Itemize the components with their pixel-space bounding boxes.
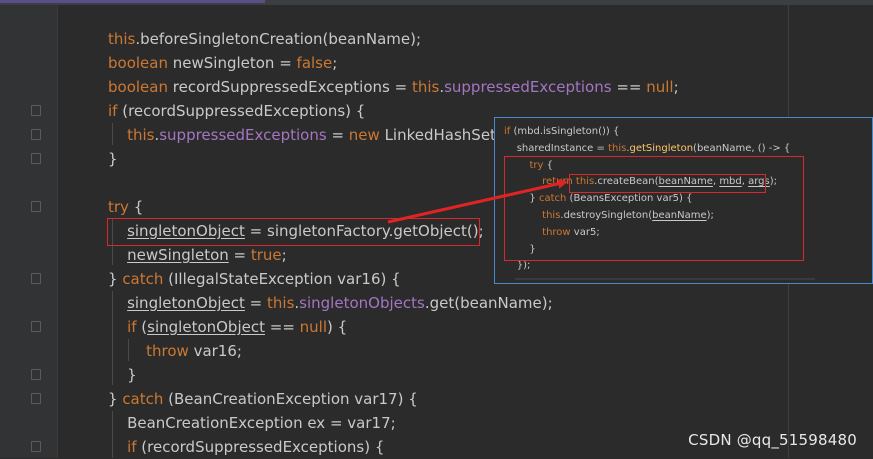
code-token: if: [108, 102, 123, 120]
fold-marker-icon[interactable]: [31, 105, 41, 116]
code-token: catch: [122, 390, 169, 408]
code-token: ==: [264, 318, 300, 336]
code-token: boolean: [108, 54, 173, 72]
fold-marker-icon[interactable]: [31, 153, 41, 164]
code-token: =: [228, 246, 251, 264]
watermark: CSDN @qq_51598480: [688, 431, 857, 449]
code-token: ) {: [327, 318, 348, 336]
code-token: });: [504, 260, 531, 272]
code-token: suppressedExceptions: [444, 78, 612, 96]
code-token: catch: [122, 270, 169, 288]
highlight-box-getobject: [107, 218, 480, 246]
code-token: null: [299, 318, 328, 336]
code-line: BeanCreationException ex = var17;: [108, 411, 679, 435]
code-token: if: [127, 318, 142, 336]
code-token: {: [133, 198, 144, 216]
fold-marker-icon[interactable]: [31, 201, 41, 212]
fold-marker-icon[interactable]: [31, 393, 41, 404]
code-token: this: [608, 142, 627, 154]
code-token: }: [108, 150, 118, 168]
code-token: null: [646, 78, 674, 96]
line-gutter: [0, 5, 58, 458]
code-line: throw var16;: [108, 339, 679, 363]
code-token: }: [108, 366, 137, 384]
code-token: =: [244, 294, 268, 312]
code-token: ==: [611, 78, 647, 96]
code-token: }: [108, 390, 123, 408]
code-token: this: [411, 78, 440, 96]
code-token: getSingleton: [629, 142, 694, 154]
code-token: try: [108, 198, 134, 216]
code-line: boolean recordSuppressedExceptions = thi…: [108, 75, 679, 99]
editor-top-bar: [0, 0, 873, 5]
code-token: this: [267, 294, 295, 312]
code-token: suppressedExceptions: [159, 126, 327, 144]
code-token: throw: [146, 342, 194, 360]
code-line: } catch (BeanCreationException var17) {: [108, 387, 679, 411]
code-token: (beanName, () -> {: [693, 142, 791, 154]
code-token: ;: [673, 78, 679, 96]
code-token: singletonObject: [147, 318, 265, 336]
code-token: (mbd.isSingleton()) {: [513, 126, 620, 137]
highlight-box-createbean: [569, 174, 766, 193]
code-token: ;: [281, 246, 287, 264]
code-token: =: [326, 126, 349, 144]
code-line: if (singletonObject == null) {: [108, 315, 679, 339]
code-line: }: [108, 363, 679, 387]
code-token: boolean: [108, 78, 173, 96]
code-token: if: [127, 438, 142, 456]
code-token: false: [296, 54, 333, 72]
fold-marker-icon[interactable]: [31, 273, 41, 284]
code-token: var16;: [193, 342, 242, 360]
code-line: if (recordSuppressedExceptions) {: [108, 435, 679, 459]
code-token: new: [348, 126, 385, 144]
code-token: singletonObject: [127, 294, 245, 312]
code-token: (recordSuppressedExceptions) {: [141, 438, 385, 456]
code-token: .get(beanName);: [424, 294, 553, 312]
code-token: }: [108, 270, 123, 288]
code-line: this.beforeSingletonCreation(beanName);: [108, 27, 679, 51]
code-token: sharedInstance =: [504, 142, 609, 154]
code-token: this: [127, 126, 155, 144]
code-line: singletonObject = this.singletonObjects.…: [108, 291, 679, 315]
code-token: recordSuppressedExceptions =: [172, 78, 412, 96]
code-token: this: [108, 30, 136, 48]
code-token: .beforeSingletonCreation(beanName);: [135, 30, 422, 48]
code-line: if (mbd.isSingleton()) {: [504, 124, 790, 141]
code-token: singletonObjects: [299, 294, 425, 312]
code-token: (IllegalStateException var16) {: [168, 270, 401, 288]
code-token: (BeanCreationException var17) {: [168, 390, 418, 408]
fold-marker-icon[interactable]: [31, 441, 41, 452]
active-tab-indicator: [0, 0, 265, 3]
highlight-box-try-block: [504, 156, 804, 261]
fold-marker-icon[interactable]: [31, 369, 41, 380]
code-line: boolean newSingleton = false;: [108, 51, 679, 75]
fold-marker-icon[interactable]: [31, 129, 41, 140]
code-token: newSingleton =: [172, 54, 297, 72]
code-popup: if (mbd.isSingleton()) { sharedInstance …: [494, 117, 873, 284]
code-token: newSingleton: [127, 246, 229, 264]
code-token: ;: [332, 54, 338, 72]
gutter-separator: [57, 5, 58, 458]
code-token: BeanCreationException ex = var17;: [108, 414, 396, 432]
popup-cut-line: [515, 278, 815, 280]
code-token: (recordSuppressedExceptions) {: [122, 102, 366, 120]
fold-marker-icon[interactable]: [31, 321, 41, 332]
code-token: true: [250, 246, 282, 264]
